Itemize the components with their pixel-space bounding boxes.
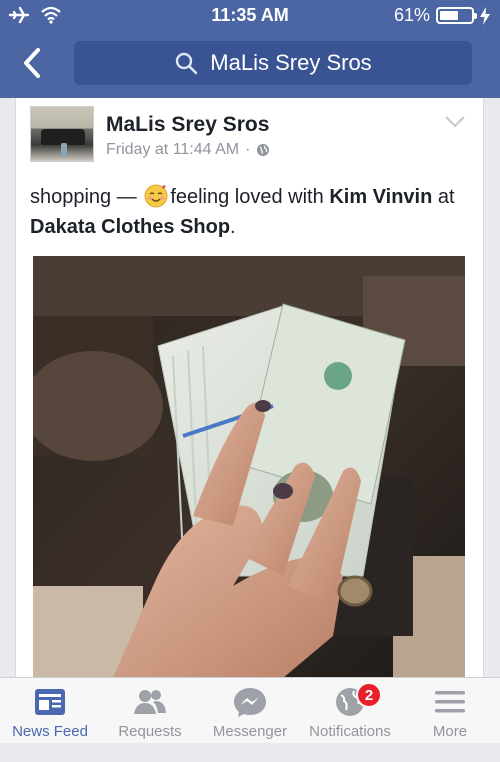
tab-messenger[interactable]: Messenger: [200, 678, 300, 743]
money-photo-image: [33, 256, 465, 678]
tab-requests[interactable]: Requests: [100, 678, 200, 743]
friend-requests-icon: [134, 690, 166, 714]
tab-more[interactable]: More: [400, 678, 500, 743]
search-query-text: MaLis Srey Sros: [210, 50, 372, 75]
search-field[interactable]: MaLis Srey Sros: [74, 41, 472, 85]
battery-percent: 61%: [393, 5, 430, 25]
feeling-text: feeling loved with: [170, 186, 324, 208]
status-right: 61%: [394, 5, 490, 26]
tab-label: Requests: [118, 723, 182, 740]
tab-notifications[interactable]: 2 Notifications: [300, 678, 400, 743]
bottom-strip: [0, 743, 500, 762]
menu-icon: [435, 691, 465, 713]
post-card: MaLis Srey Sros Friday at 11:44 AM · sho…: [15, 98, 484, 678]
battery-icon: [436, 7, 477, 24]
post-author-name[interactable]: MaLis Srey Sros: [106, 113, 269, 137]
news-feed-icon: [35, 689, 65, 715]
messenger-icon: [234, 688, 266, 717]
tagged-person-link[interactable]: Kim Vinvin: [329, 186, 432, 208]
bottom-tab-bar: News Feed Requests Messenger 2 Notificat…: [0, 677, 500, 743]
tab-label: Notifications: [309, 723, 391, 740]
place-link[interactable]: Dakata Clothes Shop: [30, 216, 230, 238]
notification-badge: 2: [356, 682, 382, 708]
globe-icon: [257, 144, 270, 156]
end-punctuation: .: [230, 216, 236, 238]
chevron-down-icon: [445, 116, 465, 128]
post-meta: Friday at 11:44 AM ·: [106, 141, 270, 159]
tab-label: More: [432, 723, 468, 740]
activity-text: shopping: [30, 186, 112, 208]
feeling-loved-emoji-icon: [144, 184, 168, 208]
post-options-button[interactable]: [443, 114, 467, 130]
dash-text: —: [116, 186, 137, 208]
author-avatar[interactable]: [30, 106, 94, 162]
status-bar: 11:35 AM 61%: [0, 0, 500, 30]
chevron-left-icon: [24, 48, 40, 78]
post-timestamp[interactable]: Friday at 11:44 AM: [106, 141, 239, 159]
top-navigation-bar: 11:35 AM 61% MaLis Srey Sros: [0, 0, 500, 98]
tab-label: Messenger: [212, 723, 288, 740]
search-icon: [176, 52, 198, 75]
meta-separator: ·: [245, 141, 251, 158]
at-text: at: [437, 186, 455, 208]
post-text: shopping — feeling loved with Kim Vinvin…: [30, 182, 470, 242]
tab-news-feed[interactable]: News Feed: [0, 678, 100, 743]
back-button[interactable]: [18, 46, 48, 80]
tab-label: News Feed: [12, 723, 88, 740]
post-photo[interactable]: [33, 256, 465, 678]
charging-bolt-icon: [480, 6, 490, 25]
